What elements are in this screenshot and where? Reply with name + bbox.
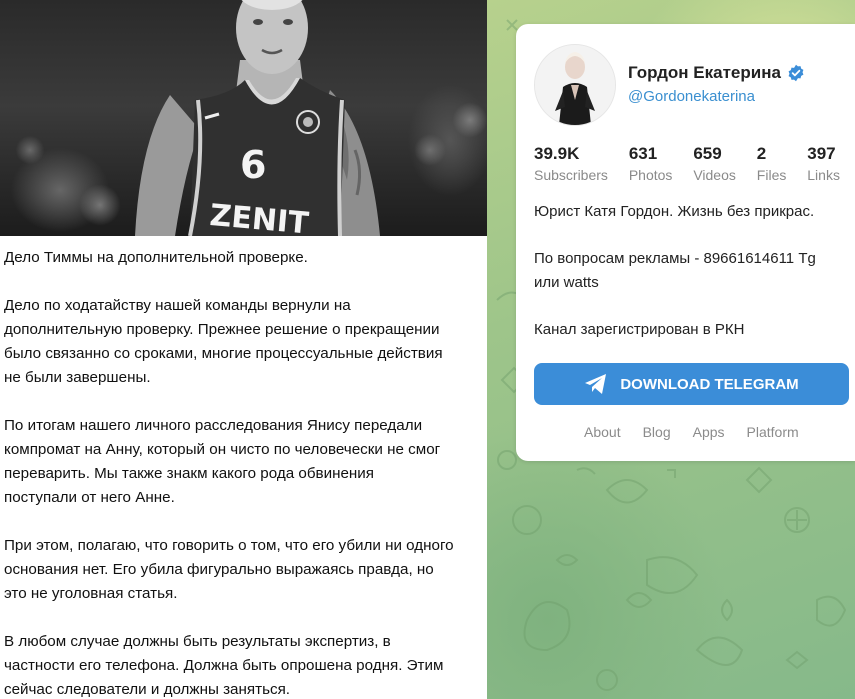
stat-subscribers: 39.9K Subscribers xyxy=(534,144,608,186)
stat-photos[interactable]: 631 Photos xyxy=(629,144,673,186)
telegram-plane-icon xyxy=(584,373,608,395)
avatar-image xyxy=(535,45,615,125)
channel-description: Юрист Катя Гордон. Жизнь без прикрас. По… xyxy=(534,200,844,365)
download-button-label: DOWNLOAD TELEGRAM xyxy=(620,375,799,393)
channel-stats: 39.9K Subscribers 631 Photos 659 Videos … xyxy=(534,144,840,186)
footer-link-apps[interactable]: Apps xyxy=(693,424,725,440)
stat-label: Videos xyxy=(693,167,736,183)
verified-check-icon xyxy=(787,64,805,82)
stat-links[interactable]: 397 Links xyxy=(807,144,840,186)
channel-name: Гордон Екатерина xyxy=(628,63,781,82)
post-photo[interactable]: 6 ZENIT xyxy=(0,0,487,236)
post-text: Дело Тиммы на дополнительной проверке. Д… xyxy=(4,246,482,699)
post-paragraph: По итогам нашего личного расследования Я… xyxy=(4,417,441,506)
post-paragraph: Дело Тиммы на дополнительной проверке. xyxy=(4,249,308,266)
stat-label: Links xyxy=(807,167,840,183)
stat-value: 2 xyxy=(756,144,767,163)
description-line: Юрист Катя Гордон. Жизнь без прикрас. xyxy=(534,203,815,220)
channel-avatar[interactable] xyxy=(534,44,616,126)
channel-title: Гордон Екатерина xyxy=(628,63,805,83)
post-paragraph: В любом случае должны быть результаты эк… xyxy=(4,633,444,698)
stat-label: Subscribers xyxy=(534,167,608,183)
footer-links: About Blog Apps Platform xyxy=(584,424,799,440)
stat-files[interactable]: 2 Files xyxy=(757,144,787,186)
basketball-player-image: 6 ZENIT xyxy=(135,0,380,236)
stat-value: 397 xyxy=(807,144,836,163)
post-paragraph: При этом, полагаю, что говорить о том, ч… xyxy=(4,537,454,602)
download-telegram-button[interactable]: DOWNLOAD TELEGRAM xyxy=(534,363,849,405)
description-line: По вопросам рекламы - 89661614611 Tg или… xyxy=(534,250,816,291)
footer-link-blog[interactable]: Blog xyxy=(643,424,671,440)
stat-value: 39.9K xyxy=(534,144,580,163)
jersey-number: 6 xyxy=(240,143,266,187)
channel-info-card: Гордон Екатерина @Gordonekaterina 39.9K … xyxy=(516,24,855,461)
channel-handle-link[interactable]: @Gordonekaterina xyxy=(628,88,755,105)
post-paragraph: Дело по ходатайству нашей команды вернул… xyxy=(4,297,443,386)
stat-videos[interactable]: 659 Videos xyxy=(693,144,736,186)
footer-link-about[interactable]: About xyxy=(584,424,621,440)
stat-value: 631 xyxy=(628,144,658,163)
stat-value: 659 xyxy=(693,144,722,163)
stat-label: Files xyxy=(756,167,787,183)
stat-label: Photos xyxy=(628,167,673,183)
description-line: Канал зарегистрирован в РКН xyxy=(534,321,745,338)
message-post: 6 ZENIT Дело Тиммы на дополнительной про… xyxy=(0,0,487,699)
footer-link-platform[interactable]: Platform xyxy=(747,424,799,440)
